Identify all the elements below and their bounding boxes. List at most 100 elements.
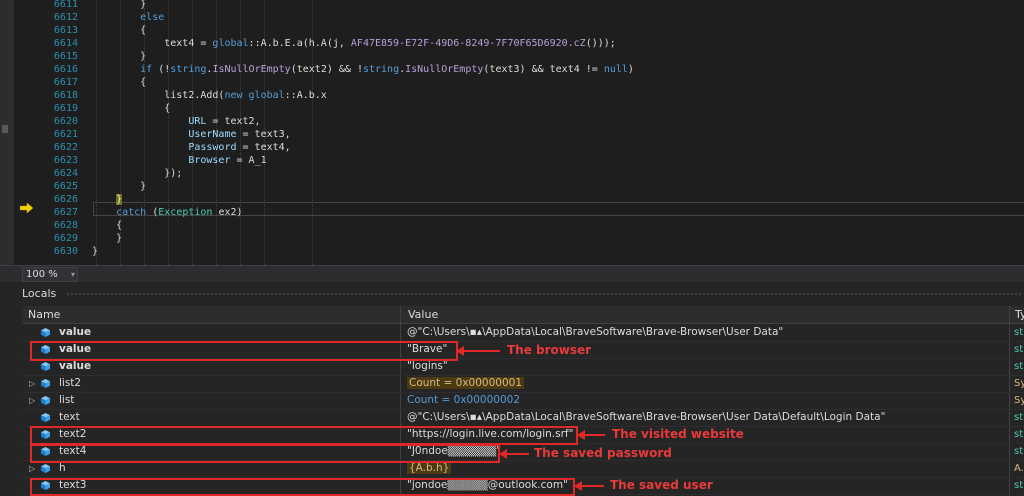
code-line[interactable]: 6628 { — [0, 219, 1024, 232]
code-text: catch (Exception ex2) — [92, 206, 242, 219]
variable-value-text: @"C:\Users\▪▴\AppData\Local\BraveSoftwar… — [407, 326, 784, 338]
code-token: } — [92, 246, 99, 257]
locals-row[interactable]: ▷ list2 Count = 0x00000001 Sy — [22, 375, 1024, 393]
code-line[interactable]: 6611 } — [0, 0, 1024, 11]
code-line[interactable]: 6624 }); — [0, 167, 1024, 180]
variable-value-text: "logins" — [407, 360, 448, 372]
zoom-level-select[interactable]: 100 % ▾ — [22, 267, 78, 282]
code-line[interactable]: 6630} — [0, 245, 1024, 258]
annotation-box-website — [30, 426, 578, 445]
code-editor[interactable]: 6611 } 6612 else 6613 {6614 text4 = global… — [0, 0, 1024, 265]
code-line[interactable]: 6614 text4 = global::A.b.E.a(h.A(j, AF47… — [0, 37, 1024, 50]
variable-cube-icon — [41, 396, 50, 405]
code-text: { — [92, 102, 170, 115]
code-line[interactable]: 6615 } — [0, 50, 1024, 63]
code-text: else — [92, 11, 164, 24]
annotation-user: The saved user — [610, 478, 713, 492]
variable-value[interactable]: Count = 0x00000001 — [407, 375, 524, 392]
code-line[interactable]: 6620 URL = text2, — [0, 115, 1024, 128]
locals-grid[interactable]: Name Value Ty value @"C:\Users\▪▴\AppData… — [22, 306, 1024, 496]
chevron-down-icon[interactable]: ▾ — [71, 268, 75, 281]
code-token: ::A.b.x — [284, 90, 327, 101]
code-line[interactable]: 6616 if (!string.IsNullOrEmpty(text2) &&… — [0, 63, 1024, 76]
code-token: } — [92, 181, 147, 192]
code-token: = A_1 — [230, 155, 267, 166]
code-token: new global — [224, 90, 285, 101]
code-token: { — [92, 103, 171, 114]
code-token: URL — [92, 116, 207, 127]
code-line[interactable]: 6622 Password = text4, — [0, 141, 1024, 154]
variable-cube-icon — [41, 413, 50, 422]
line-number: 6619 — [53, 103, 78, 114]
code-line[interactable]: 6613 { — [0, 24, 1024, 37]
code-token: if — [92, 64, 153, 75]
code-token: text4 = — [92, 38, 213, 49]
code-line[interactable]: 6619 { — [0, 102, 1024, 115]
code-line[interactable]: 6629 } — [0, 232, 1024, 245]
variable-cube-icon — [41, 379, 50, 388]
line-number: 6611 — [53, 0, 78, 10]
column-header-value[interactable]: Value — [408, 306, 438, 323]
code-token: catch — [92, 207, 147, 218]
column-header-name[interactable]: Name — [28, 306, 60, 323]
code-token: string — [362, 64, 400, 75]
variable-type: A. — [1014, 463, 1024, 474]
annotation-box-browser — [30, 341, 458, 361]
line-number: 6627 — [53, 207, 78, 218]
code-text: URL = text2, — [92, 115, 260, 128]
code-line[interactable]: 6612 else — [0, 11, 1024, 24]
code-text: }); — [92, 167, 182, 180]
variable-name: list — [59, 394, 75, 406]
code-text: if (!string.IsNullOrEmpty(text2) && !str… — [92, 63, 634, 76]
variable-type: Sy — [1014, 378, 1024, 389]
code-line[interactable]: 6618 list2.Add(new global::A.b.x — [0, 89, 1024, 102]
line-number: 6624 — [53, 168, 78, 179]
code-token: else — [92, 12, 165, 23]
code-token: ::A.b.E.a(h.A(j, — [248, 38, 351, 49]
line-number: 6623 — [53, 155, 78, 166]
variable-value[interactable]: @"C:\Users\▪▴\AppData\Local\BraveSoftwar… — [407, 324, 783, 341]
code-line[interactable]: 6621 UserName = text3, — [0, 128, 1024, 141]
code-line[interactable]: 6627 catch (Exception ex2) — [0, 206, 1024, 219]
annotation-arrow-line — [580, 485, 604, 487]
code-token: UserName — [92, 129, 237, 140]
annotation-arrow-line — [462, 350, 500, 352]
code-text: } — [92, 0, 146, 11]
annotation-arrow-line — [505, 453, 529, 455]
variable-value[interactable]: @"C:\Users\▪▴\AppData\Local\BraveSoftwar… — [407, 409, 885, 426]
column-header-type[interactable]: Ty — [1015, 306, 1024, 323]
code-token: Password — [92, 142, 237, 153]
code-token: ( — [146, 207, 159, 218]
code-line[interactable]: 6617 { — [0, 76, 1024, 89]
locals-row[interactable]: text @"C:\Users\▪▴\AppData\Local\BraveSof… — [22, 409, 1024, 427]
variable-type: str — [1014, 361, 1024, 372]
code-text: } — [92, 193, 123, 206]
line-number: 6613 — [53, 25, 78, 36]
locals-window: Locals Name Value Ty value @"C:\Users\▪▴\… — [0, 282, 1024, 496]
variable-value-text: {A.b.h} — [407, 462, 452, 474]
line-number: 6629 — [53, 233, 78, 244]
annotation-website: The visited website — [612, 427, 744, 441]
variable-name: list2 — [59, 377, 82, 389]
code-token: } — [92, 51, 147, 62]
variable-name: value — [59, 326, 92, 338]
code-line[interactable]: 6626 } — [0, 193, 1024, 206]
code-token: } — [92, 0, 147, 10]
variable-type: str — [1014, 446, 1024, 457]
locals-title-grip[interactable] — [66, 292, 1021, 297]
locals-row[interactable]: value @"C:\Users\▪▴\AppData\Local\BraveSo… — [22, 324, 1024, 342]
line-number: 6625 — [53, 181, 78, 192]
locals-row[interactable]: ▷ list Count = 0x00000002 Sy — [22, 392, 1024, 410]
expand-arrow-icon[interactable]: ▷ — [29, 392, 35, 409]
code-line[interactable]: 6623 Browser = A_1 — [0, 154, 1024, 167]
expand-arrow-icon[interactable]: ▷ — [29, 375, 35, 392]
code-token: = text3, — [236, 129, 291, 140]
variable-cube-icon — [41, 362, 50, 371]
code-token: Browser — [92, 155, 231, 166]
variable-cube-icon — [41, 464, 50, 473]
variable-value[interactable]: Count = 0x00000002 — [407, 392, 520, 409]
code-line[interactable]: 6625 } — [0, 180, 1024, 193]
code-token: IsNullOrEmpty — [405, 64, 484, 75]
line-number: 6616 — [53, 64, 78, 75]
code-text: } — [92, 50, 146, 63]
